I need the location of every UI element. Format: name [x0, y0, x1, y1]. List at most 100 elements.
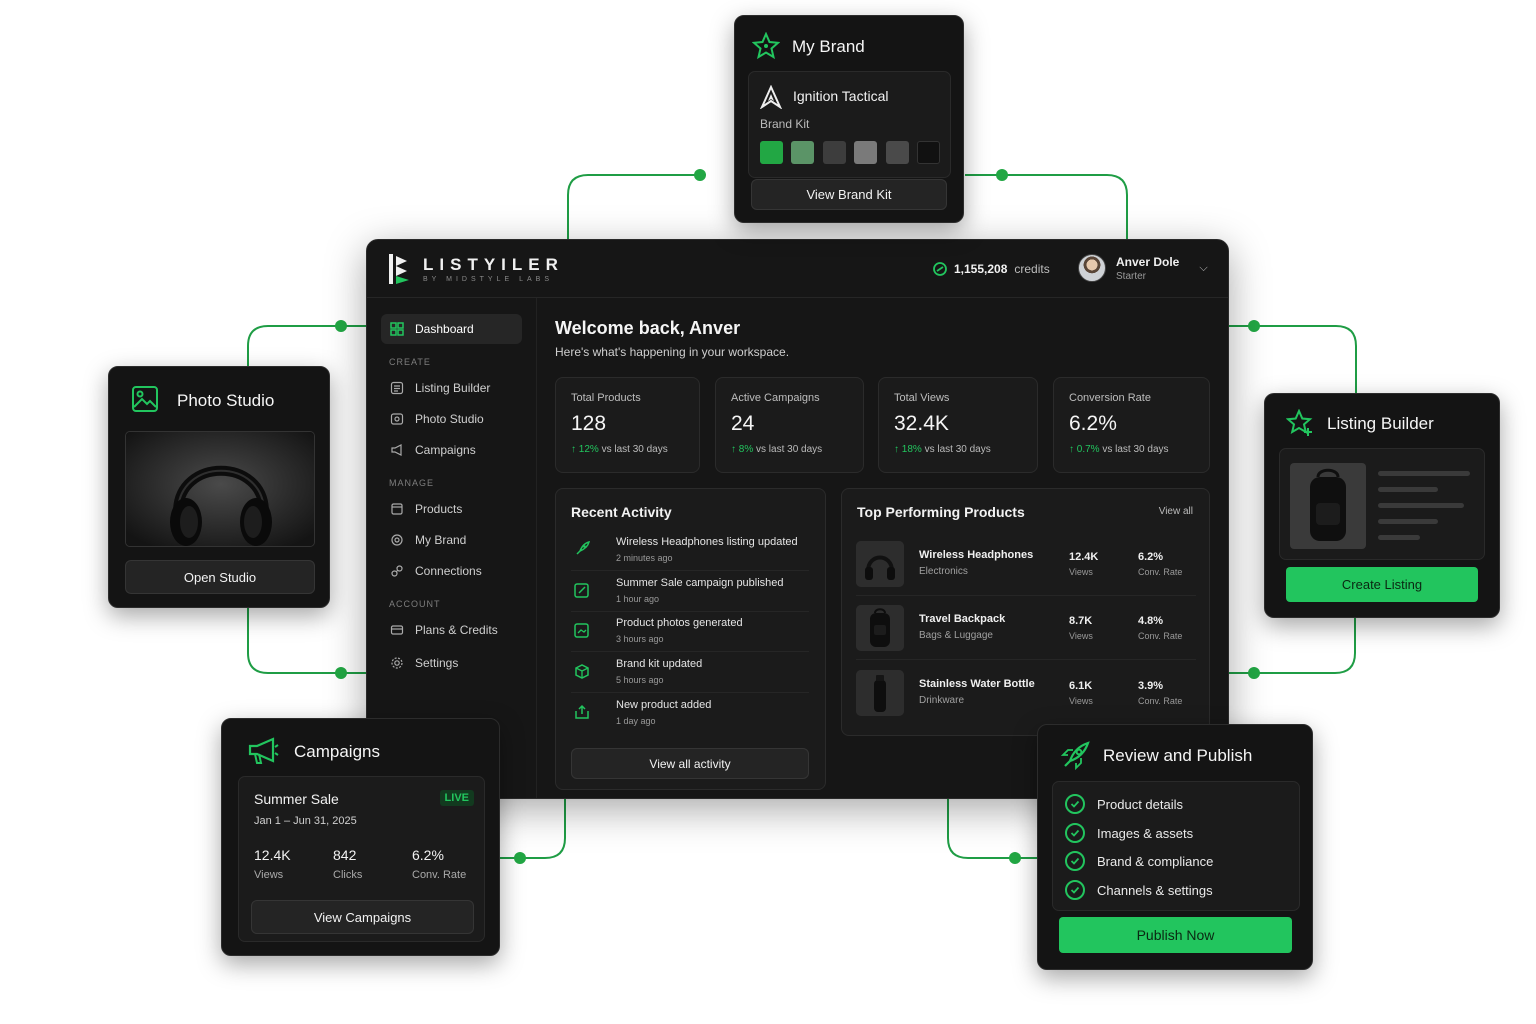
view-campaigns-button[interactable]: View Campaigns: [251, 900, 474, 934]
activity-text: Brand kit updated: [616, 658, 703, 670]
sidebar-item-label: Photo Studio: [415, 412, 484, 426]
rocket-icon: [576, 540, 591, 555]
my-brand-card: My Brand Ignition Tactical Brand Kit Vie…: [734, 15, 964, 223]
panel-title: Recent Activity: [571, 504, 672, 520]
stat-card-total-products: Total Products 128 ↑ 12% vs last 30 days: [555, 377, 700, 473]
brand-logo-icon: [760, 85, 782, 109]
sidebar-item-my-brand[interactable]: My Brand: [381, 525, 522, 555]
stat-delta: ↑ 0.7% vs last 30 days: [1069, 444, 1194, 455]
card-title: Photo Studio: [177, 391, 275, 410]
color-swatch[interactable]: [917, 141, 940, 164]
credits-indicator[interactable]: 1,155,208 credits: [933, 262, 1050, 276]
list-item[interactable]: Summer Sale campaign published 1 hour ag…: [571, 572, 809, 612]
color-swatch[interactable]: [854, 141, 877, 164]
studio-preview-image: [125, 431, 315, 547]
avatar: [1078, 254, 1106, 282]
sidebar-item-listing-builder[interactable]: Listing Builder: [381, 373, 522, 403]
list-item[interactable]: Wireless Headphones listing updated 2 mi…: [571, 531, 809, 571]
credits-unit: credits: [1014, 262, 1050, 276]
list-item[interactable]: Brand kit updated 5 hours ago: [571, 653, 809, 693]
table-row[interactable]: Wireless Headphones Electronics 12.4K Vi…: [856, 539, 1196, 589]
credits-value: 1,155,208: [954, 262, 1008, 276]
table-row[interactable]: Stainless Water Bottle Drinkware 6.1K Vi…: [856, 668, 1196, 718]
checklist-label: Product details: [1097, 796, 1183, 812]
section-create-label: CREATE: [389, 357, 431, 367]
photo-studio-card: Photo Studio Open Studio: [108, 366, 330, 608]
checklist-label: Channels & settings: [1097, 882, 1213, 898]
product-name: Travel Backpack: [919, 613, 1006, 625]
app-logo[interactable]: LISTYILER BY MIDSTYLE LABS: [387, 252, 564, 286]
view-all-link[interactable]: View all: [1159, 506, 1193, 517]
sidebar-item-products[interactable]: Products: [381, 494, 522, 524]
card-title: Review and Publish: [1103, 746, 1253, 765]
list-item[interactable]: Product photos generated 3 hours ago: [571, 612, 809, 652]
brand-kit-panel: Ignition Tactical Brand Kit: [748, 71, 951, 178]
product-views: 12.4K: [1069, 551, 1099, 563]
delta-text: vs last 30 days: [756, 444, 823, 455]
sidebar-item-campaigns[interactable]: Campaigns: [381, 435, 522, 465]
list-icon: [389, 380, 405, 396]
placeholder-line: [1378, 487, 1438, 492]
publish-now-button[interactable]: Publish Now: [1059, 917, 1292, 953]
product-conv-rate: 6.2%: [1138, 551, 1164, 563]
list-item[interactable]: New product added 1 day ago: [571, 694, 809, 734]
placeholder-line: [1378, 503, 1464, 508]
card-icon: [389, 622, 405, 638]
activity-time: 1 hour ago: [616, 594, 660, 604]
conv-rate-label: Conv. Rate: [1138, 567, 1183, 577]
edit-icon: [574, 583, 589, 598]
add-product-icon: [575, 704, 589, 719]
stat-value: 32.4K: [894, 412, 949, 435]
table-row[interactable]: Travel Backpack Bags & Luggage 8.7K View…: [856, 603, 1196, 653]
sidebar-item-label: My Brand: [415, 533, 467, 547]
user-menu[interactable]: Anver Dole Starter ⌵: [1078, 254, 1208, 282]
stat-label: Total Products: [571, 392, 641, 404]
brand-kit-label: Brand Kit: [760, 117, 810, 131]
view-all-activity-button[interactable]: View all activity: [571, 748, 809, 779]
box-icon: [389, 501, 405, 517]
link-icon: [389, 563, 405, 579]
page-subtitle: Here's what's happening in your workspac…: [555, 345, 790, 359]
sidebar-item-plans[interactable]: Plans & Credits: [381, 615, 522, 645]
checklist-label: Brand & compliance: [1097, 853, 1214, 869]
checklist-label: Images & assets: [1097, 825, 1194, 841]
color-swatch[interactable]: [886, 141, 909, 164]
arrow-up-icon: ↑: [571, 444, 576, 455]
create-listing-button[interactable]: Create Listing: [1286, 567, 1478, 602]
campaign-summary: Summer Sale LIVE Jan 1 – Jun 31, 2025 12…: [238, 776, 485, 942]
placeholder-line: [1378, 471, 1470, 476]
top-bar: LISTYILER BY MIDSTYLE LABS 1,155,208 cre…: [367, 240, 1228, 298]
product-conv-rate: 4.8%: [1138, 615, 1164, 627]
sidebar-item-settings[interactable]: Settings: [381, 648, 522, 678]
delta-text: vs last 30 days: [1102, 444, 1169, 455]
sidebar-item-photo-studio[interactable]: Photo Studio: [381, 404, 522, 434]
color-swatch[interactable]: [823, 141, 846, 164]
open-studio-button[interactable]: Open Studio: [125, 560, 315, 594]
color-swatch[interactable]: [760, 141, 783, 164]
brand-name: Ignition Tactical: [793, 88, 889, 104]
placeholder-line: [1378, 535, 1420, 540]
card-title: Campaigns: [294, 742, 380, 761]
card-title: Listing Builder: [1327, 414, 1434, 433]
sidebar-item-dashboard[interactable]: Dashboard: [381, 314, 522, 344]
logo-mark-icon: [389, 253, 409, 284]
sidebar-item-label: Campaigns: [415, 443, 476, 457]
product-category: Bags & Luggage: [919, 630, 993, 641]
chevron-down-icon: ⌵: [1199, 261, 1208, 274]
delta-value: 0.7%: [1076, 444, 1100, 455]
logo-tagline: BY MIDSTYLE LABS: [423, 275, 554, 283]
checklist-item: Images & assets: [1065, 821, 1193, 845]
activity-text: Product photos generated: [616, 617, 743, 629]
color-swatch[interactable]: [791, 141, 814, 164]
activity-time: 5 hours ago: [616, 675, 664, 685]
arrow-up-icon: ↑: [731, 444, 736, 455]
delta-value: 8%: [738, 444, 754, 455]
panel-title: Top Performing Products: [857, 504, 1025, 520]
view-brand-kit-button[interactable]: View Brand Kit: [751, 179, 947, 210]
stat-label: Conversion Rate: [1069, 392, 1151, 404]
arrow-up-icon: ↑: [1069, 444, 1074, 455]
sidebar-item-label: Listing Builder: [415, 381, 491, 395]
sidebar-item-label: Settings: [415, 656, 459, 670]
sidebar-item-connections[interactable]: Connections: [381, 556, 522, 586]
check-circle-icon: [1065, 823, 1085, 843]
